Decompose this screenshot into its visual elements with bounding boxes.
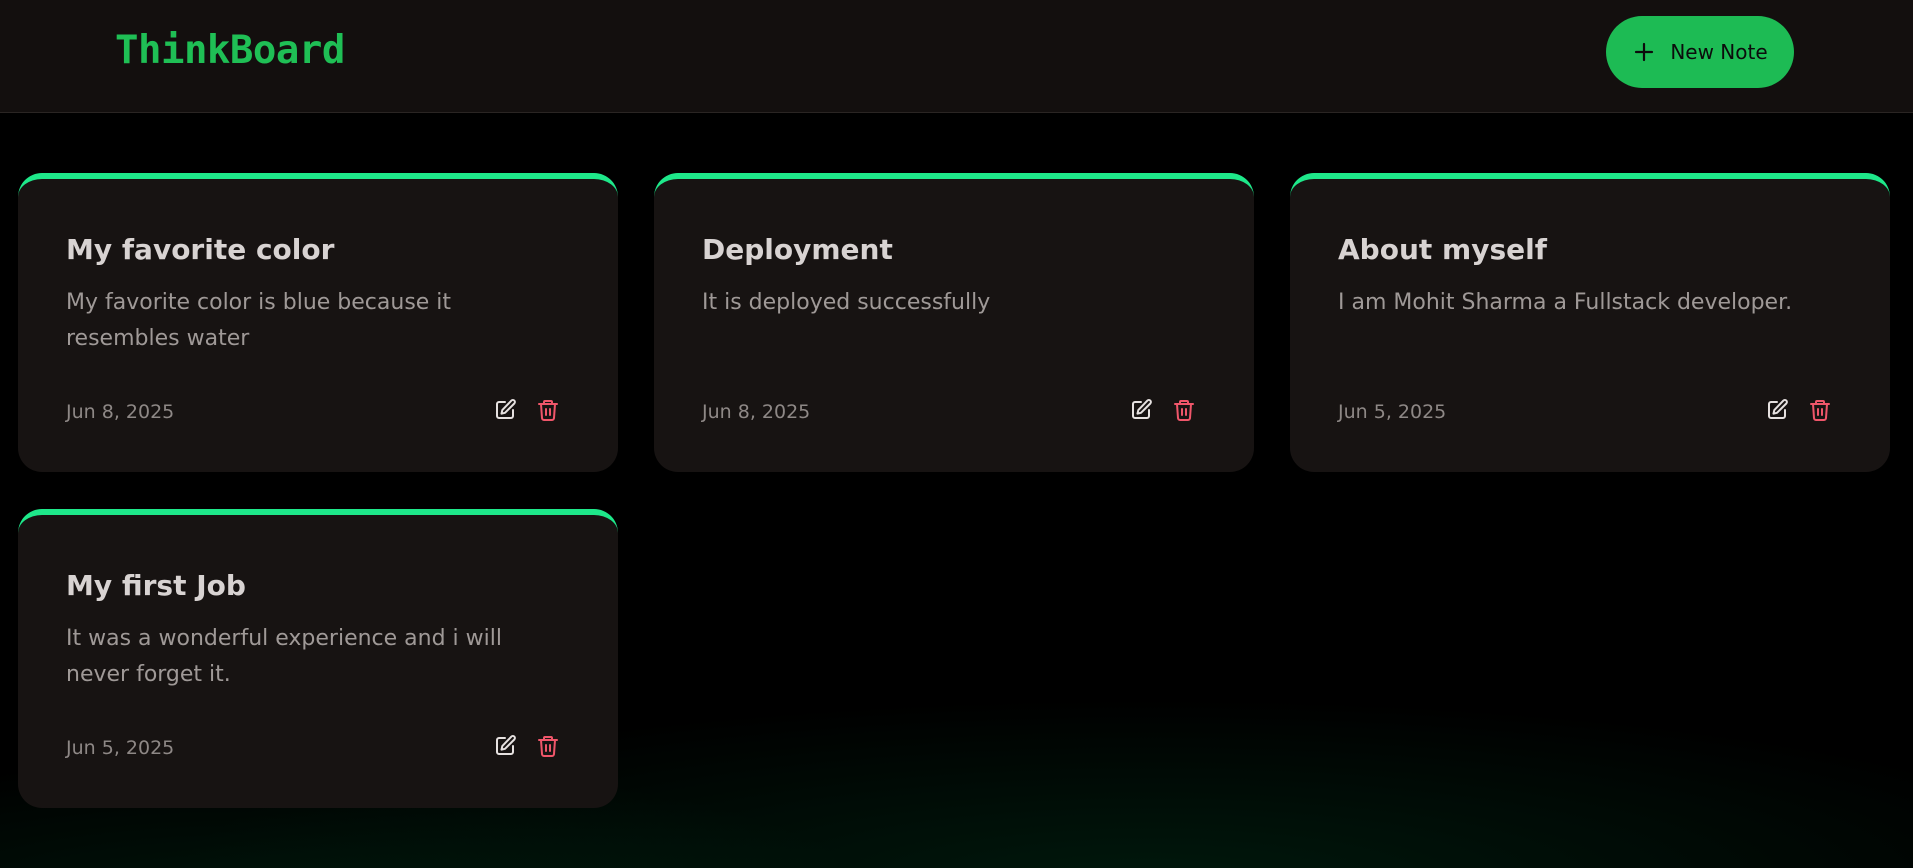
pen-square-icon	[1129, 398, 1153, 422]
trash-icon	[1808, 398, 1832, 422]
delete-note-button[interactable]	[533, 395, 563, 425]
note-date: Jun 8, 2025	[702, 401, 811, 423]
pen-square-icon	[493, 398, 517, 422]
plus-icon	[1632, 40, 1656, 64]
note-content: It is deployed successfully	[702, 290, 991, 315]
edit-note-button[interactable]	[490, 395, 520, 425]
note-date: Jun 5, 2025	[66, 737, 175, 759]
note-content: I am Mohit Sharma a Fullstack developer.	[1338, 290, 1793, 315]
note-content: It was a wonderful experience and i will…	[66, 626, 502, 687]
edit-note-button[interactable]	[1762, 395, 1792, 425]
app-logo[interactable]: ThinkBoard	[115, 28, 345, 73]
edit-note-button[interactable]	[490, 731, 520, 761]
note-title: Deployment	[702, 233, 893, 266]
note-title: My first Job	[66, 569, 246, 602]
note-title: My favorite color	[66, 233, 335, 266]
trash-icon	[536, 734, 560, 758]
delete-note-button[interactable]	[1169, 395, 1199, 425]
note-title: About myself	[1338, 233, 1547, 266]
delete-note-button[interactable]	[1805, 395, 1835, 425]
note-content: My favorite color is blue because it res…	[66, 290, 452, 351]
new-note-button[interactable]: New Note	[1606, 16, 1794, 88]
edit-note-button[interactable]	[1126, 395, 1156, 425]
note-card[interactable]: About myself I am Mohit Sharma a Fullsta…	[1290, 173, 1890, 472]
delete-note-button[interactable]	[533, 731, 563, 761]
note-card[interactable]: My first Job It was a wonderful experien…	[18, 509, 618, 808]
navbar: ThinkBoard New Note	[0, 0, 1913, 113]
note-date: Jun 8, 2025	[66, 401, 175, 423]
note-card[interactable]: My favorite color My favorite color is b…	[18, 173, 618, 472]
note-card[interactable]: Deployment It is deployed successfully J…	[654, 173, 1254, 472]
trash-icon	[1172, 398, 1196, 422]
new-note-label: New Note	[1670, 40, 1768, 64]
pen-square-icon	[493, 734, 517, 758]
pen-square-icon	[1765, 398, 1789, 422]
trash-icon	[536, 398, 560, 422]
note-date: Jun 5, 2025	[1338, 401, 1447, 423]
